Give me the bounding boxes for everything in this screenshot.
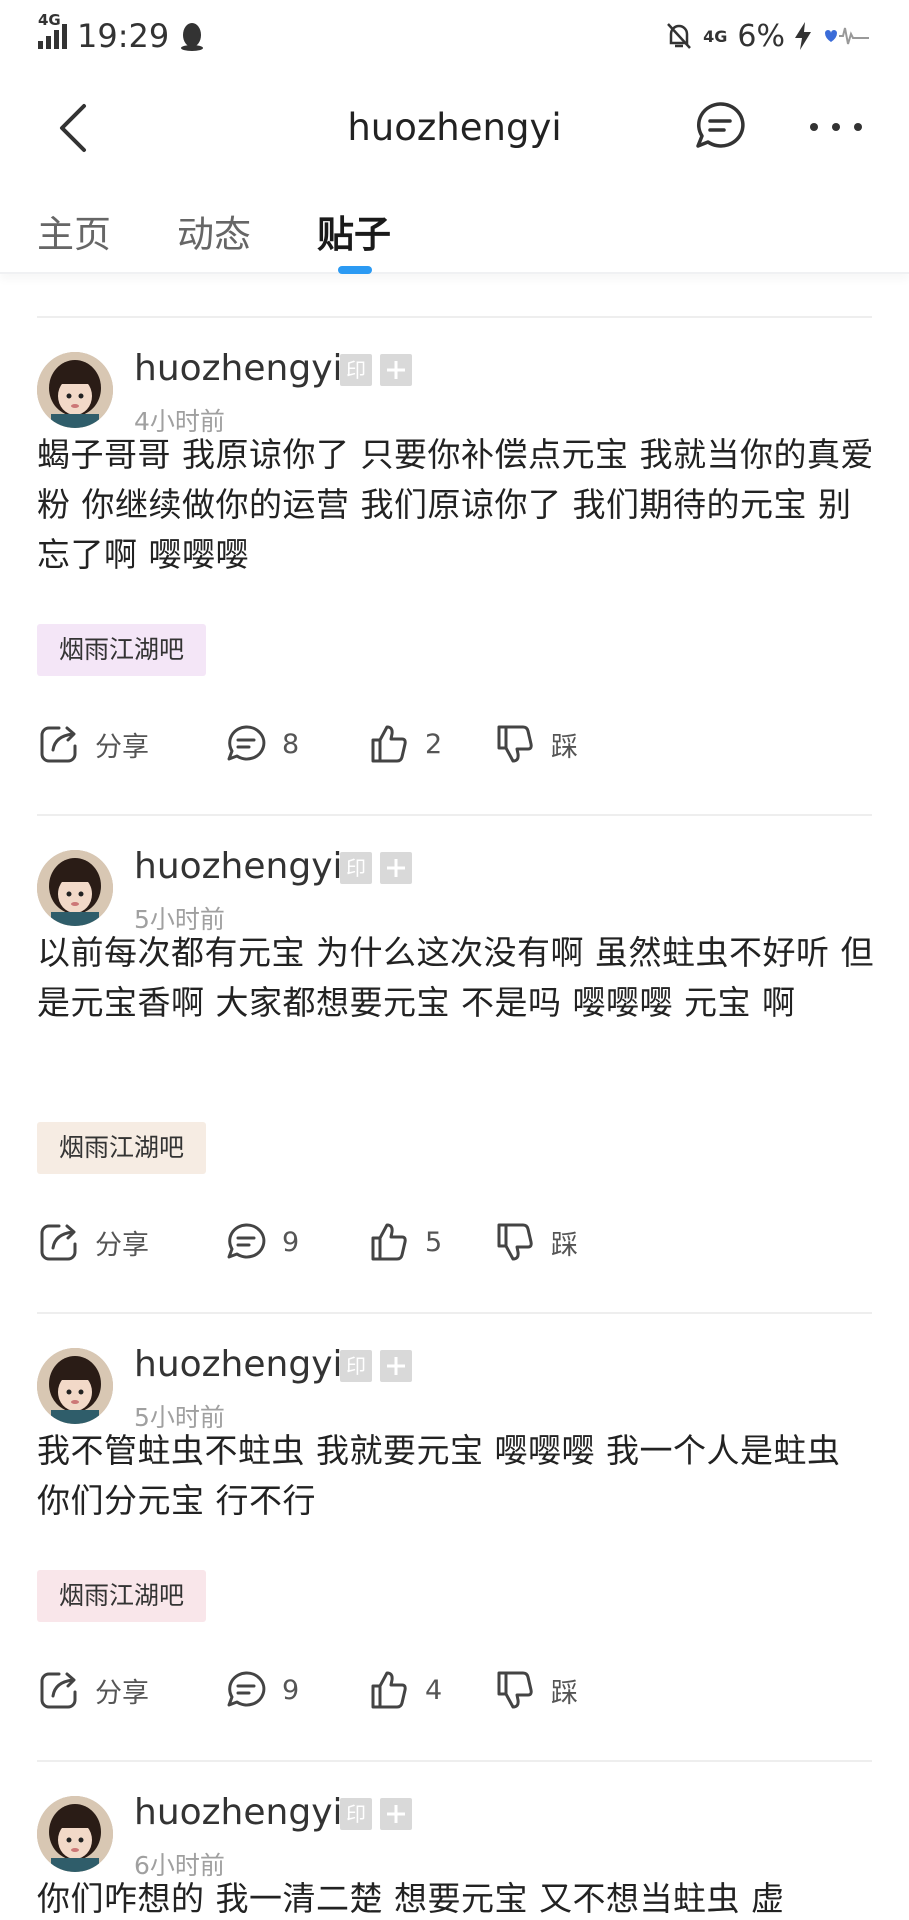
comment-button[interactable]: 8	[224, 722, 299, 766]
thumbs-up-icon	[371, 1223, 407, 1261]
share-label: 分享	[95, 1677, 149, 1709]
dislike-button[interactable]: 踩	[493, 1668, 578, 1712]
comment-icon	[227, 1223, 266, 1259]
comment-button[interactable]: 9	[224, 1220, 299, 1264]
like-count: 2	[425, 728, 443, 760]
comment-icon	[227, 1671, 266, 1707]
share-button[interactable]: 分享	[37, 1220, 149, 1264]
more-button[interactable]	[808, 112, 864, 142]
post-actions: 分享 9 5 踩	[37, 1220, 877, 1270]
qq-icon	[181, 23, 204, 51]
post-content[interactable]: 我不管蛀虫不蛀虫 我就要元宝 嘤嘤嘤 我一个人是蛀虫 你们分元宝 行不行	[37, 1426, 877, 1526]
divider	[37, 1312, 872, 1314]
nav-bar: huozhengyi	[0, 72, 909, 182]
avatar[interactable]	[37, 1348, 113, 1424]
avatar[interactable]	[37, 850, 113, 926]
comment-icon	[227, 725, 266, 761]
status-bar: 4G 19:29 4G 6%	[0, 0, 909, 72]
like-button[interactable]: 2	[367, 722, 442, 766]
plus-icon[interactable]	[380, 852, 412, 884]
seal-badge: 印	[340, 1798, 372, 1830]
avatar[interactable]	[37, 1796, 113, 1872]
like-count: 5	[425, 1226, 443, 1258]
avatar[interactable]	[37, 352, 113, 428]
comment-count: 9	[282, 1674, 300, 1706]
share-label: 分享	[95, 731, 149, 763]
post-item[interactable]: huozhengyi 印 6小时前 你们咋想的 我一清二楚 想要元宝 又不想当蛀…	[0, 1762, 909, 1920]
comment-count: 8	[282, 728, 300, 760]
divider	[37, 316, 872, 318]
forum-tag[interactable]: 烟雨江湖吧	[37, 1122, 207, 1174]
thumbs-up-icon	[371, 725, 407, 763]
author-name[interactable]: huozhengyi	[134, 1344, 343, 1385]
author-name[interactable]: huozhengyi	[134, 1792, 343, 1833]
dislike-button[interactable]: 踩	[493, 1220, 578, 1264]
like-button[interactable]: 5	[367, 1220, 442, 1264]
like-button[interactable]: 4	[367, 1668, 442, 1712]
signal-icon: 4G	[38, 11, 67, 49]
dislike-label: 踩	[551, 731, 578, 763]
share-label: 分享	[95, 1229, 149, 1261]
seal-badge: 印	[340, 354, 372, 386]
charging-icon	[795, 22, 811, 50]
heart-wave-icon	[825, 27, 869, 45]
battery-level: 6%	[737, 18, 785, 54]
share-button[interactable]: 分享	[37, 722, 149, 766]
plus-icon[interactable]	[380, 354, 412, 386]
share-icon	[40, 1672, 77, 1709]
share-icon	[40, 1224, 77, 1261]
like-count: 4	[425, 1674, 443, 1706]
dislike-label: 踩	[551, 1677, 578, 1709]
network-type-right: 4G	[703, 26, 728, 46]
dislike-button[interactable]: 踩	[493, 722, 578, 766]
divider	[37, 814, 872, 816]
comment-count: 9	[282, 1226, 300, 1258]
forum-tag[interactable]: 烟雨江湖吧	[37, 624, 207, 676]
profile-tabs: 主页 动态 贴子	[0, 182, 909, 274]
author-name[interactable]: huozhengyi	[134, 846, 343, 887]
page-title: huozhengyi	[347, 106, 562, 149]
author-name[interactable]: huozhengyi	[134, 348, 343, 389]
thumbs-down-icon	[497, 725, 533, 763]
forum-tag[interactable]: 烟雨江湖吧	[37, 1570, 207, 1622]
post-content[interactable]: 蝎子哥哥 我原谅你了 只要你补偿点元宝 我就当你的真爱粉 你继续做你的运营 我们…	[37, 430, 877, 580]
comment-button[interactable]: 9	[224, 1668, 299, 1712]
status-time: 19:29	[77, 17, 170, 55]
plus-icon[interactable]	[380, 1350, 412, 1382]
tab-posts[interactable]: 贴子	[317, 204, 391, 258]
dislike-label: 踩	[551, 1229, 578, 1261]
share-icon	[40, 726, 77, 763]
share-button[interactable]: 分享	[37, 1668, 149, 1712]
message-button[interactable]	[692, 98, 748, 154]
seal-badge: 印	[340, 1350, 372, 1382]
plus-icon[interactable]	[380, 1798, 412, 1830]
seal-badge: 印	[340, 852, 372, 884]
mute-bell-icon	[667, 23, 692, 49]
thumbs-up-icon	[371, 1671, 407, 1709]
post-actions: 分享 8 2 踩	[37, 722, 877, 772]
thumbs-down-icon	[497, 1671, 533, 1709]
tab-activity[interactable]: 动态	[177, 204, 251, 258]
network-type: 4G	[38, 11, 61, 29]
post-content[interactable]: 你们咋想的 我一清二楚 想要元宝 又不想当蛀虫 虚	[37, 1874, 909, 1920]
tab-indicator	[338, 266, 372, 274]
post-content[interactable]: 以前每次都有元宝 为什么这次没有啊 虽然蛀虫不好听 但是元宝香啊 大家都想要元宝…	[37, 928, 877, 1028]
tab-home[interactable]: 主页	[37, 204, 111, 258]
thumbs-down-icon	[497, 1223, 533, 1261]
post-actions: 分享 9 4 踩	[37, 1668, 877, 1718]
